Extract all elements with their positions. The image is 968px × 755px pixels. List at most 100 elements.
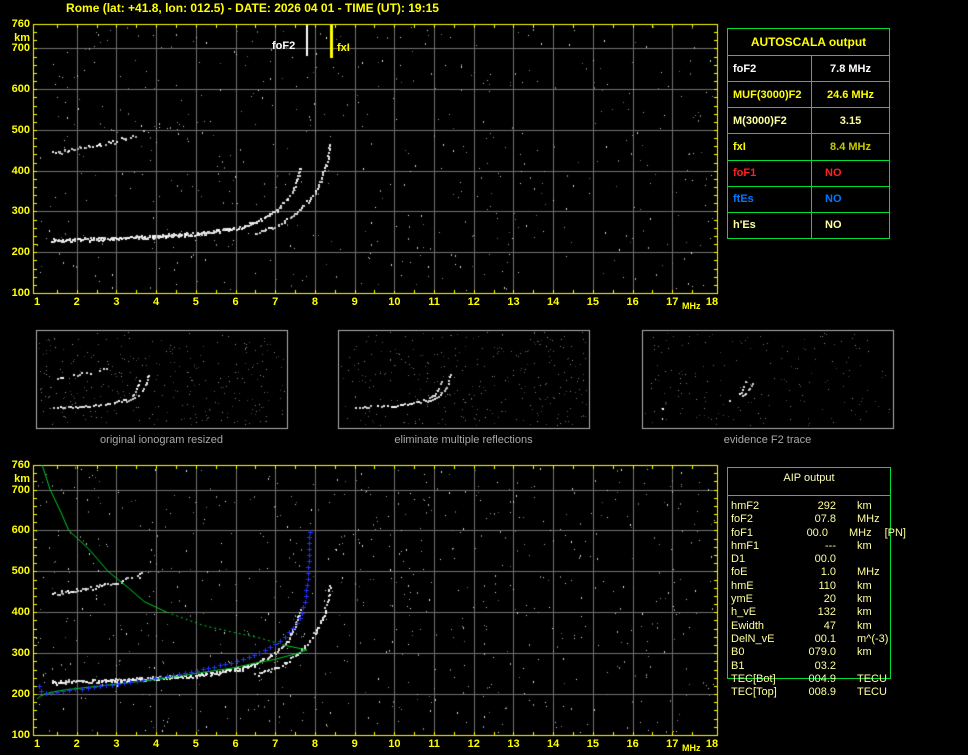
aip-row-tec-bot-: TEC[Bot] 004.9 TECU (731, 673, 906, 686)
x-axis-label: 8 (311, 738, 318, 750)
top-x-axis-unit: MHz (682, 301, 701, 311)
parameter-name: Ewidth (731, 619, 765, 632)
x-axis-label: 18 (705, 296, 719, 308)
x-axis-label: 7 (272, 296, 279, 308)
parameter-value: 7.8 MHz (830, 62, 871, 75)
x-axis-label: 8 (311, 296, 318, 308)
x-axis-label: 10 (388, 296, 401, 308)
aip-row-ewidth: Ewidth 47 km (731, 620, 906, 633)
bottom-x-axis-unit: MHz (682, 743, 701, 753)
parameter-value: 07.8 (814, 513, 836, 526)
page-title: Rome (lat: +41.8, lon: 012.5) - DATE: 20… (66, 1, 439, 15)
parameter-value: 3.15 (839, 114, 862, 127)
parameter-name: hmF2 (731, 500, 760, 512)
x-axis-label: 12 (467, 738, 480, 750)
parameter-name: foF1 (728, 160, 812, 186)
y-axis-label: 400 (11, 164, 30, 177)
parameter-value: 1.0 (820, 566, 836, 579)
x-axis-label: 17 (666, 738, 679, 750)
autoscala-row-fof1: foF1 NO (728, 160, 889, 187)
x-axis-label: 9 (351, 738, 358, 750)
parameter-name: TEC[Bot] (731, 672, 776, 685)
aip-row-hmf1: hmF1 --- km (731, 540, 906, 553)
parameter-unit: TECU (857, 686, 887, 699)
y-axis-label: 200 (11, 246, 30, 259)
parameter-value: NO (825, 219, 842, 232)
aip-table-rows: hmF2 292 km foF2 07.8 MHz foF1 00.0 MHz [PN] hmF1 -… (731, 500, 906, 699)
parameter-name: h'Es (728, 212, 812, 238)
fxi-marker-label: fxI (337, 42, 350, 54)
parameter-name: D1 (731, 553, 746, 566)
parameter-value: 47 (823, 619, 836, 632)
parameter-note: [PN] (884, 526, 906, 539)
parameter-unit: km (857, 606, 872, 619)
x-axis-label: 17 (666, 296, 679, 308)
aip-row-h-ve: h_vE 132 km (731, 606, 906, 619)
parameter-value: 00.0 (814, 553, 836, 566)
y-axis-label: 600 (11, 83, 30, 96)
thumbnail-caption-2: eliminate multiple reflections (394, 434, 533, 446)
autoscala-row-muf-3000-f2: MUF(3000)F2 24.6 MHz (728, 82, 889, 109)
y-axis-label: 500 (11, 565, 30, 578)
autoscala-window: Rome (lat: +41.8, lon: 012.5) - DATE: 20… (0, 0, 968, 755)
autoscala-row-m-3000-f2: M(3000)F2 3.15 (728, 108, 889, 135)
parameter-name: TEC[Top] (731, 686, 777, 699)
parameter-value: NO (825, 167, 842, 180)
y-axis-label: 600 (11, 524, 30, 537)
x-axis-label: 3 (113, 738, 120, 750)
y-axis-label: 700 (11, 483, 30, 496)
parameter-unit: MHz (848, 526, 872, 539)
autoscala-row-h-es: h'Es NO (728, 212, 889, 238)
y-axis-label: 760 (11, 459, 30, 471)
parameter-unit: km (857, 619, 872, 632)
y-axis-label: 300 (11, 647, 30, 660)
parameter-unit: TECU (857, 672, 887, 685)
x-axis-label: 13 (507, 738, 520, 750)
parameter-value: 292 (817, 500, 836, 512)
x-axis-label: 1 (33, 296, 41, 308)
x-axis-label: 15 (586, 738, 599, 750)
x-axis-label: 11 (428, 296, 440, 308)
parameter-unit: m^(-3) (857, 632, 889, 645)
x-axis-label: 9 (351, 296, 358, 308)
x-axis-label: 14 (547, 296, 560, 308)
parameter-value: 20 (823, 593, 836, 606)
aip-row-foe: foE 1.0 MHz (731, 566, 906, 579)
x-axis-label: 3 (113, 296, 120, 308)
parameter-name: DelN_vE (731, 632, 775, 645)
x-axis-label: 5 (192, 296, 199, 308)
y-axis-label: 300 (11, 205, 30, 218)
autoscala-output-table: AUTOSCALA output foF2 7.8 MHz MUF(3000)F2 2… (727, 28, 890, 239)
parameter-unit: MHz (857, 566, 880, 579)
x-axis-label: 5 (192, 738, 199, 750)
parameter-unit: km (857, 579, 872, 592)
y-axis-label: 200 (11, 688, 30, 701)
x-axis-label: 12 (467, 296, 480, 308)
aip-row-hme: hmE 110 km (731, 580, 906, 593)
parameter-value: 110 (818, 579, 836, 592)
aip-row-fof2: foF2 07.8 MHz (731, 513, 906, 526)
x-axis-label: 6 (232, 738, 239, 750)
aip-row-d1: D1 00.0 (731, 553, 906, 566)
x-axis-label: 16 (626, 738, 639, 750)
parameter-name: hmE (731, 579, 754, 592)
x-axis-label: 2 (73, 296, 80, 308)
parameter-unit: km (857, 539, 872, 552)
y-axis-label: 500 (11, 123, 30, 136)
parameter-name: B0 (731, 646, 745, 659)
aip-row-b0: B0 079.0 km (731, 646, 906, 659)
parameter-name: foE (731, 566, 748, 579)
x-axis-label: 14 (547, 738, 560, 750)
x-axis-label: 6 (232, 296, 239, 308)
x-axis-label: 10 (388, 738, 401, 750)
x-axis-label: 1 (33, 738, 41, 750)
parameter-name: foF2 (731, 513, 754, 526)
y-axis-label: 400 (11, 606, 30, 619)
autoscala-row-ftes: ftEs NO (728, 186, 889, 213)
parameter-value: 00.1 (814, 632, 836, 645)
parameter-name: hmF1 (731, 539, 760, 552)
aip-row-b1: B1 03.2 (731, 660, 906, 673)
aip-row-fof1: foF1 00.0 MHz [PN] (731, 527, 906, 540)
parameter-name: MUF(3000)F2 (728, 82, 812, 108)
parameter-value: --- (825, 539, 836, 552)
